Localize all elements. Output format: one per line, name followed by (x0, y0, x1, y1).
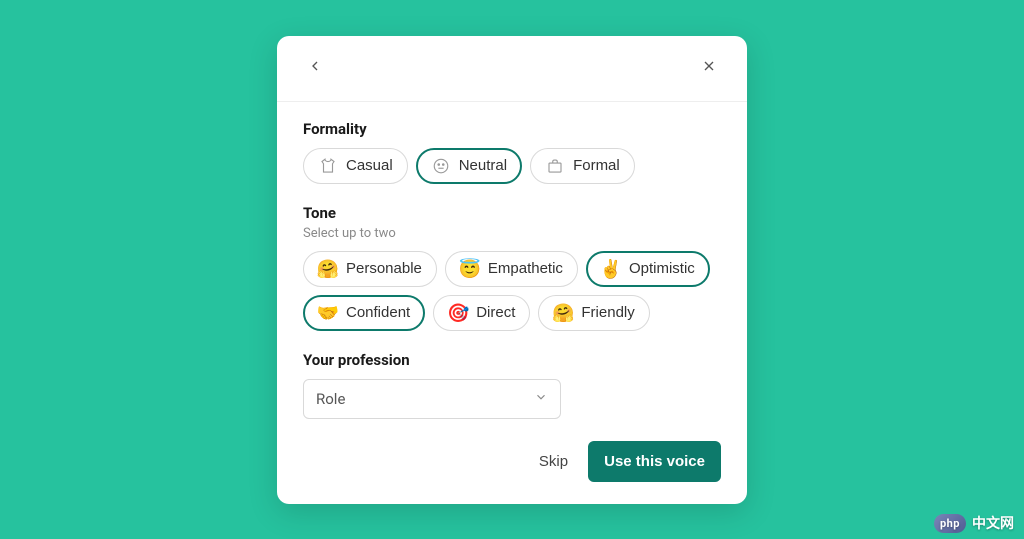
profession-placeholder: Role (316, 390, 345, 408)
formality-neutral[interactable]: Neutral (416, 148, 522, 184)
profession-label: Your profession (303, 351, 721, 369)
friendly-face-icon: 🤗 (553, 303, 573, 323)
tone-direct[interactable]: 🎯 Direct (433, 295, 530, 331)
tone-options: 🤗 Personable 😇 Empathetic ✌️ Optimistic … (303, 251, 721, 331)
tone-confident[interactable]: 🤝 Confident (303, 295, 425, 331)
tshirt-icon (318, 156, 338, 176)
tone-personable[interactable]: 🤗 Personable (303, 251, 437, 287)
tone-friendly[interactable]: 🤗 Friendly (538, 295, 649, 331)
chevron-left-icon (307, 58, 323, 77)
formality-formal[interactable]: Formal (530, 148, 635, 184)
tone-optimistic[interactable]: ✌️ Optimistic (586, 251, 710, 287)
target-icon: 🎯 (448, 303, 468, 323)
watermark-text: 中文网 (972, 513, 1014, 533)
formality-casual-label: Casual (346, 158, 393, 173)
modal-footer: Skip Use this voice (303, 441, 721, 482)
tone-empathetic[interactable]: 😇 Empathetic (445, 251, 578, 287)
use-voice-button[interactable]: Use this voice (588, 441, 721, 482)
header-divider (277, 101, 747, 102)
hugging-face-icon: 🤗 (318, 259, 338, 279)
voice-settings-modal: Formality Casual Neutral Formal Tone Sel… (277, 36, 747, 504)
halo-face-icon: 😇 (460, 259, 480, 279)
tone-friendly-label: Friendly (581, 305, 634, 320)
tone-optimistic-label: Optimistic (629, 261, 695, 276)
chevron-down-icon (534, 390, 548, 408)
watermark: php 中文网 (934, 513, 1014, 533)
profession-select[interactable]: Role (303, 379, 561, 419)
tone-personable-label: Personable (346, 261, 422, 276)
formality-neutral-label: Neutral (459, 158, 507, 173)
back-button[interactable] (303, 54, 327, 81)
formality-formal-label: Formal (573, 158, 620, 173)
modal-header (303, 54, 721, 81)
handshake-icon: 🤝 (318, 303, 338, 323)
briefcase-icon (545, 156, 565, 176)
formality-options: Casual Neutral Formal (303, 148, 721, 184)
php-logo-icon: php (934, 514, 966, 533)
skip-button[interactable]: Skip (533, 445, 574, 478)
close-button[interactable] (697, 54, 721, 81)
victory-hand-icon: ✌️ (601, 259, 621, 279)
tone-direct-label: Direct (476, 305, 515, 320)
close-icon (701, 58, 717, 77)
tone-empathetic-label: Empathetic (488, 261, 563, 276)
profession-select-wrap: Role (303, 379, 561, 419)
tone-label: Tone (303, 204, 721, 222)
neutral-face-icon (431, 156, 451, 176)
formality-casual[interactable]: Casual (303, 148, 408, 184)
tone-confident-label: Confident (346, 305, 410, 320)
formality-label: Formality (303, 120, 721, 138)
tone-sublabel: Select up to two (303, 226, 721, 241)
